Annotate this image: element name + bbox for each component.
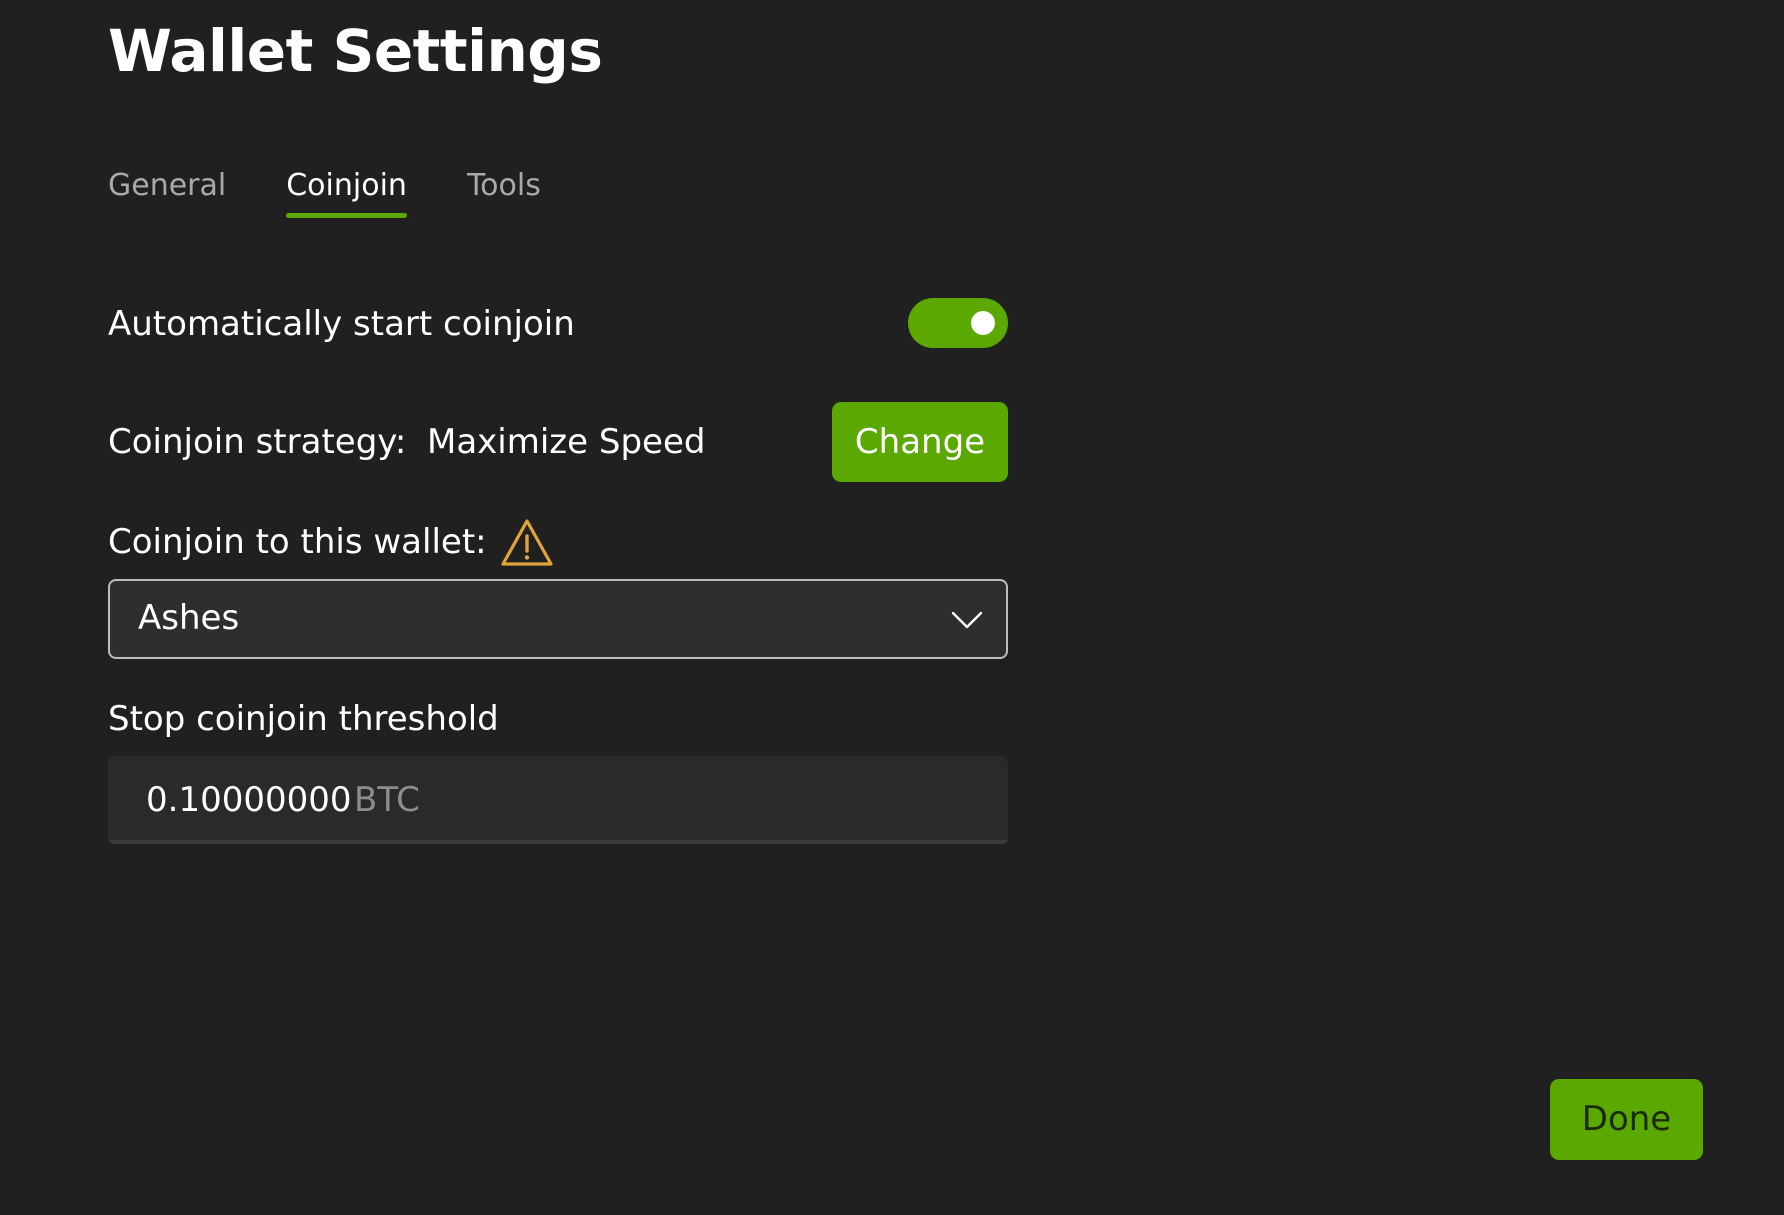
stop-threshold-input[interactable]: 0.10000000 BTC xyxy=(108,756,1008,844)
tab-coinjoin[interactable]: Coinjoin xyxy=(286,164,407,218)
auto-start-coinjoin-toggle[interactable] xyxy=(908,298,1008,348)
warning-icon[interactable] xyxy=(500,518,554,568)
target-wallet-selected-value: Ashes xyxy=(138,598,240,638)
stop-threshold-label: Stop coinjoin threshold xyxy=(108,699,499,739)
chevron-down-icon xyxy=(951,611,983,629)
auto-start-coinjoin-label: Automatically start coinjoin xyxy=(108,304,575,344)
tab-tools[interactable]: Tools xyxy=(467,164,541,208)
done-button[interactable]: Done xyxy=(1550,1079,1703,1160)
threshold-unit: BTC xyxy=(354,780,420,820)
change-strategy-button[interactable]: Change xyxy=(832,402,1008,482)
page-title: Wallet Settings xyxy=(108,17,603,85)
coinjoin-target-wallet-label: Coinjoin to this wallet: xyxy=(108,522,487,562)
coinjoin-strategy-label: Coinjoin strategy: xyxy=(108,422,407,462)
toggle-knob xyxy=(971,311,995,335)
threshold-amount: 0.10000000 xyxy=(146,780,352,820)
tab-bar: General Coinjoin Tools xyxy=(108,164,541,218)
tab-general[interactable]: General xyxy=(108,164,226,208)
coinjoin-strategy-value: Maximize Speed xyxy=(427,422,706,462)
target-wallet-select[interactable]: Ashes xyxy=(108,579,1008,659)
